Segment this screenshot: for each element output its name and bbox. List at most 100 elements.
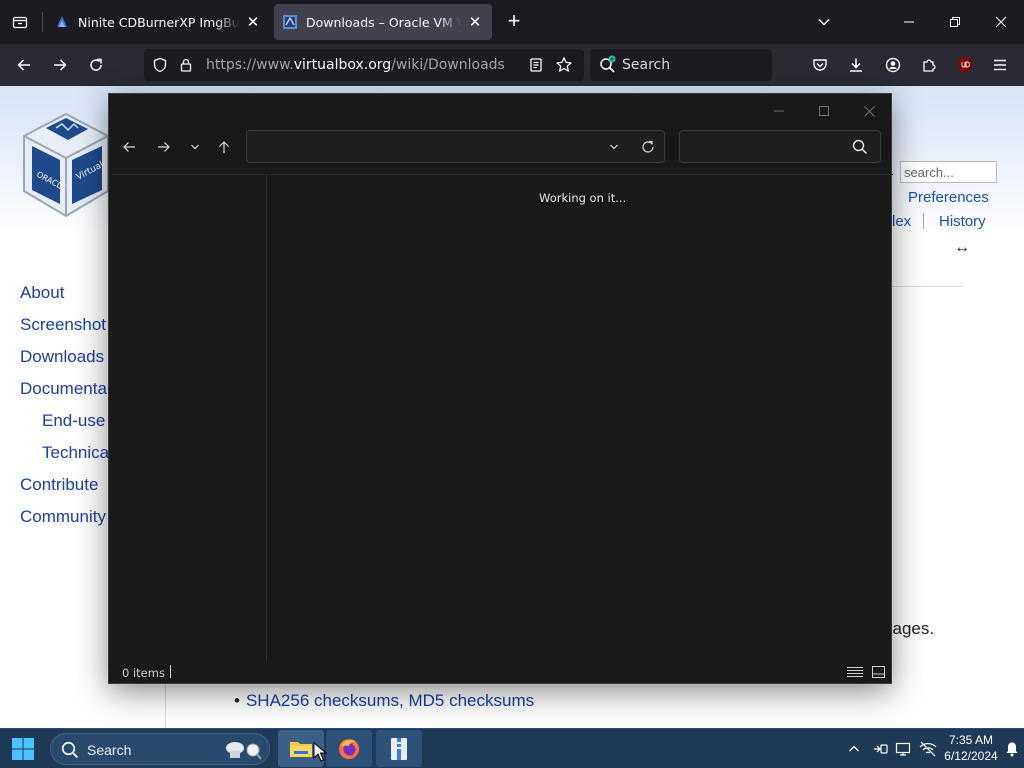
url-text: https://www.virtualbox.org/wiki/Download…: [206, 57, 505, 73]
details-view-icon: [847, 667, 863, 677]
tab-close-button[interactable]: ✕: [244, 13, 262, 31]
tab-virtualbox-downloads[interactable]: Downloads – Oracle VM Virtual ✕: [274, 4, 492, 40]
refresh-icon: [642, 140, 654, 153]
index-link[interactable]: lex: [892, 213, 911, 230]
checksums-link[interactable]: SHA256 checksums, MD5 checksums: [246, 691, 534, 710]
sidebar-item-downloads[interactable]: Downloads: [20, 347, 104, 367]
dialog-back-button[interactable]: [116, 134, 142, 160]
reload-button[interactable]: [82, 51, 110, 79]
resize-width-icon[interactable]: ↔: [954, 239, 970, 257]
dialog-maximize-button[interactable]: [806, 98, 842, 124]
details-view-button[interactable]: [847, 665, 863, 679]
browser-tab-bar: Ninite CDBurnerXP ImgBurn Ur ✕ Downloads…: [0, 0, 1024, 44]
restore-button[interactable]: [940, 8, 970, 36]
tab-close-button[interactable]: ✕: [466, 13, 484, 31]
chevron-up-icon: [849, 745, 859, 752]
navigation-pane[interactable]: [109, 175, 267, 661]
minimize-button[interactable]: [894, 8, 924, 36]
up-folder-button[interactable]: [211, 134, 237, 160]
dialog-status-bar: 0 items: [109, 661, 893, 684]
start-button[interactable]: [8, 735, 38, 763]
dialog-search-controls: [679, 130, 881, 163]
tracking-protection-shield-icon[interactable]: [150, 55, 170, 75]
chevron-down-icon: [610, 144, 618, 150]
tab-separator: [42, 12, 43, 32]
pocket-button[interactable]: [806, 51, 834, 79]
dialog-close-button[interactable]: [851, 98, 887, 124]
tab-overflow-button[interactable]: [812, 10, 836, 34]
arrow-right-icon: [158, 142, 170, 152]
sidebar-item-contribute[interactable]: Contribute: [20, 475, 98, 495]
url-path: /wiki/Downloads: [391, 57, 505, 73]
search-icon[interactable]: [850, 137, 870, 157]
archive-app-icon: [391, 737, 407, 760]
sidebar-item-screenshots[interactable]: Screenshot: [20, 315, 106, 335]
file-open-dialog: Working on it... 0 items: [108, 93, 893, 684]
sidebar-item-community[interactable]: Community: [20, 507, 106, 527]
arrow-left-icon: [123, 142, 135, 152]
taskbar-archive-app[interactable]: [376, 730, 422, 767]
arrow-right-icon: [54, 59, 67, 71]
windows-logo-icon: [12, 738, 34, 760]
reload-icon: [90, 58, 102, 71]
sidebar-item-technical-docs[interactable]: Technica: [42, 443, 109, 463]
ninite-favicon-icon: [57, 16, 67, 27]
show-hidden-icons-button[interactable]: [844, 739, 864, 759]
sidebar-item-end-user-docs[interactable]: End-use: [42, 411, 105, 431]
chevron-down-icon: [191, 144, 199, 150]
tab-title: Downloads – Oracle VM Virtual: [306, 14, 462, 30]
close-icon: [995, 16, 1007, 28]
dialog-refresh-button[interactable]: [638, 137, 658, 157]
taskbar-search-label: Search: [87, 742, 132, 758]
taskbar-firefox[interactable]: [326, 730, 372, 767]
reader-view-icon[interactable]: [526, 55, 546, 75]
new-tab-button[interactable]: +: [502, 10, 526, 34]
browser-search-bar[interactable]: Search: [590, 49, 772, 81]
mouse-cursor-icon: [313, 742, 327, 762]
tray-security-icon[interactable]: [870, 739, 890, 759]
tray-display-icon[interactable]: [893, 739, 913, 759]
arrow-left-icon: [17, 59, 30, 71]
taskbar-search-box[interactable]: Search: [50, 733, 270, 765]
dialog-minimize-button[interactable]: [761, 98, 797, 124]
back-button[interactable]: [10, 51, 38, 79]
virtualbox-favicon-icon: [283, 15, 297, 29]
search-highlight-icon: [226, 742, 262, 760]
system-clock[interactable]: 7:35 AM 6/12/2024: [940, 732, 1002, 764]
downloads-button[interactable]: [842, 51, 870, 79]
app-menu-button[interactable]: [986, 51, 1014, 79]
loading-status-text: Working on it...: [539, 191, 627, 205]
status-separator: [170, 665, 171, 678]
account-icon: [885, 57, 901, 73]
recent-locations-button[interactable]: [182, 134, 208, 160]
network-disconnected-icon[interactable]: [918, 739, 938, 759]
search-bar-placeholder: Search: [622, 57, 671, 73]
large-icons-view-button[interactable]: [870, 665, 886, 679]
search-engine-icon: [600, 55, 616, 73]
address-bar-controls: [246, 130, 665, 163]
account-button[interactable]: [879, 51, 907, 79]
extensions-button[interactable]: [915, 51, 943, 79]
preferences-link[interactable]: Preferences: [908, 189, 989, 206]
firefox-icon: [339, 738, 359, 759]
url-prefix: https://www.: [206, 57, 294, 73]
forward-button[interactable]: [46, 51, 74, 79]
history-link[interactable]: History: [939, 213, 986, 230]
address-history-button[interactable]: [605, 138, 623, 156]
arrow-up-icon: [219, 141, 229, 153]
dialog-forward-button[interactable]: [151, 134, 177, 160]
address-bar[interactable]: https://www.virtualbox.org/wiki/Download…: [144, 49, 584, 81]
notifications-bell-icon[interactable]: [1002, 739, 1022, 759]
tab-list-icon: [12, 16, 28, 29]
sidebar-item-documentation[interactable]: Documenta: [20, 379, 107, 399]
tab-ninite[interactable]: Ninite CDBurnerXP ImgBurn Ur ✕: [46, 4, 270, 40]
ublock-origin-button[interactable]: [951, 51, 979, 79]
lock-icon[interactable]: [176, 55, 196, 75]
list-all-tabs-button[interactable]: [6, 8, 34, 36]
sidebar-item-about[interactable]: About: [20, 283, 64, 303]
virtualbox-logo[interactable]: ORACLE Virtual: [16, 96, 116, 236]
close-window-button[interactable]: [986, 8, 1016, 36]
bookmark-star-icon[interactable]: [554, 55, 574, 75]
tab-title: Ninite CDBurnerXP ImgBurn Ur: [78, 14, 240, 30]
wiki-search-input[interactable]: search...: [900, 161, 997, 183]
